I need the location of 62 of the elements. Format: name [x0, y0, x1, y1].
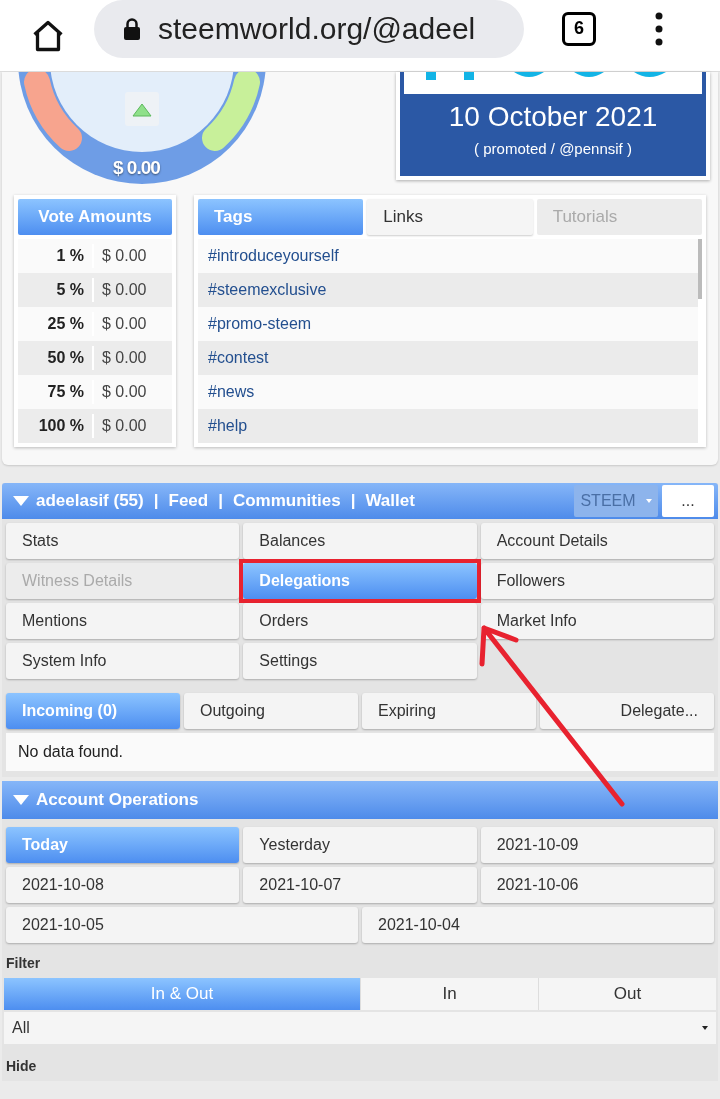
- menu-button[interactable]: 2021-10-06: [480, 867, 714, 903]
- filter-tab[interactable]: In: [360, 978, 538, 1010]
- percent-cell: 75 %: [18, 380, 94, 404]
- menu-button[interactable]: 2021-10-09: [480, 827, 714, 863]
- menu-button[interactable]: Yesterday: [243, 827, 477, 863]
- menu-button[interactable]: 2021-10-04: [362, 907, 714, 943]
- percent-cell: 50 %: [18, 346, 94, 370]
- amount-cell-text: $ 0.00: [101, 314, 147, 334]
- menu-button[interactable]: Mentions: [6, 603, 240, 639]
- separator: |: [218, 490, 223, 513]
- tag-link[interactable]: #promo-steem: [198, 307, 698, 341]
- scrollbar: [698, 239, 702, 299]
- tag-link[interactable]: #contest: [198, 341, 698, 375]
- menu-button[interactable]: Settings: [243, 643, 477, 679]
- menu-button[interactable]: Delegate...: [540, 693, 714, 729]
- hide-label: Hide: [5, 1057, 38, 1076]
- amount-cell-text: $ 0.00: [101, 280, 147, 300]
- percent-cell: 5 %: [18, 278, 94, 302]
- dropdown-icon: [702, 1026, 708, 1030]
- address-bar[interactable]: steemworld.org/@adeel: [94, 0, 524, 58]
- filter-label: Filter: [5, 954, 42, 973]
- tag-link[interactable]: #news: [198, 375, 698, 409]
- menu-button[interactable]: Followers: [480, 563, 714, 599]
- filter-tab[interactable]: Out: [538, 978, 716, 1010]
- separator: |: [350, 490, 356, 513]
- tag-link[interactable]: #introduceyourself: [198, 239, 698, 273]
- percent-cell: 100 %: [18, 414, 94, 438]
- vote-amounts-header: Vote Amounts: [18, 199, 172, 235]
- promo-caption: ( promoted / @pennsif ): [474, 139, 632, 159]
- section-title: Account Operations: [36, 789, 199, 812]
- gauge-value: $ 0.00: [113, 156, 160, 180]
- dropdown-icon: [645, 499, 652, 503]
- amount-cell-text: $ 0.00: [101, 348, 147, 368]
- url-text: steemworld.org/@adeel: [158, 11, 476, 47]
- more-button[interactable]: ...: [662, 485, 714, 517]
- tag-link[interactable]: #help: [198, 409, 698, 443]
- tag-link[interactable]: #steemexclusive: [198, 273, 698, 307]
- menu-button[interactable]: Stats: [6, 523, 240, 559]
- menu-button[interactable]: 2021-10-07: [243, 867, 477, 903]
- amount-cell-text: $ 0.00: [101, 246, 147, 266]
- menu-button[interactable]: Balances: [243, 523, 477, 559]
- separator: |: [153, 490, 159, 513]
- amount-cell-text: $ 0.00: [101, 382, 147, 402]
- menu-button[interactable]: Market Info: [480, 603, 714, 639]
- percent-cell: 1 %: [18, 244, 94, 268]
- promo-date: 10 October 2021: [448, 100, 658, 134]
- menu-button[interactable]: Account Details: [480, 523, 714, 559]
- menu-button[interactable]: Outgoing: [184, 693, 358, 729]
- lock-icon: [122, 16, 142, 41]
- menu-button[interactable]: System Info: [6, 643, 240, 679]
- menu-icon[interactable]: [654, 11, 664, 46]
- percent-cell: 25 %: [18, 312, 94, 336]
- menu-button[interactable]: 2021-10-08: [6, 867, 240, 903]
- menu-button[interactable]: 2021-10-05: [6, 907, 358, 943]
- tab[interactable]: Links: [367, 199, 533, 235]
- promo-banner[interactable]: 10 October 2021 ( promoted / @pennsif ): [396, 72, 710, 180]
- menu-button[interactable]: Expiring: [362, 693, 536, 729]
- menu-button[interactable]: Orders: [243, 603, 477, 639]
- type-select[interactable]: All: [4, 1012, 716, 1044]
- tab-count[interactable]: 6: [562, 11, 596, 46]
- empty-message: No data found.: [6, 733, 714, 771]
- amount-cell-text: $ 0.00: [101, 416, 147, 436]
